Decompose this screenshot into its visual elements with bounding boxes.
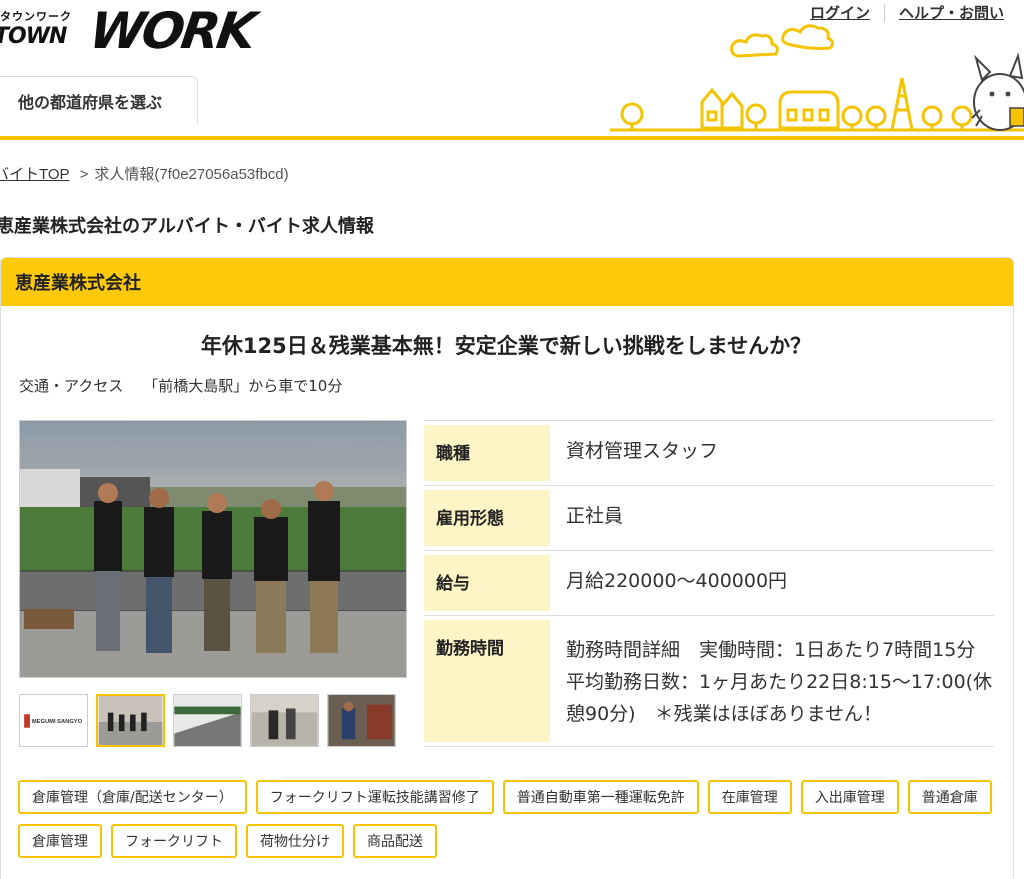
detail-row-employment: 雇用形態 正社員	[424, 485, 994, 550]
page-title: 恵産業株式会社のアルバイト・バイト求人情報	[0, 216, 374, 237]
select-prefecture-tab[interactable]: 他の都道府県を選ぶ	[0, 76, 198, 124]
townwork-logo[interactable]: タウンワーク TOWN WORK	[0, 2, 264, 62]
logo-work: WORK	[85, 2, 257, 60]
access-label: 交通・アクセス	[19, 377, 124, 395]
site-header: タウンワーク TOWN WORK ログイン ヘルプ・お問い 他の都道府県を選ぶ	[0, 0, 1024, 140]
photo-thumbnails: MEGUMI SANGYO	[19, 694, 396, 747]
tag[interactable]: 普通倉庫	[907, 780, 992, 814]
detail-value: 勤務時間詳細 実働時間：1日あたり7時間15分 平均勤務日数：1ヶ月あたり22日…	[566, 639, 995, 725]
link-divider	[884, 3, 886, 22]
thumbnail-1[interactable]: MEGUMI SANGYO	[19, 694, 88, 747]
tag[interactable]: 商品配送	[353, 824, 437, 858]
detail-label: 雇用形態	[424, 490, 550, 546]
detail-label: 勤務時間	[424, 620, 550, 742]
breadcrumb-current: 求人情報(7f0e27056a53fbcd)	[94, 166, 289, 183]
tag[interactable]: フォークリフト	[111, 824, 237, 858]
detail-row-job-type: 職種 資材管理スタッフ	[424, 420, 994, 485]
detail-row-salary: 給与 月給220000～400000円	[424, 550, 994, 615]
thumbnail-4[interactable]	[250, 694, 319, 747]
main-job-photo	[19, 420, 407, 678]
access-value: 「前橋大島駅」から車で10分	[143, 377, 343, 395]
access-info: 交通・アクセス 「前橋大島駅」から車で10分	[19, 375, 342, 396]
detail-value: 正社員	[566, 505, 624, 527]
thumbnail-3[interactable]	[173, 694, 242, 747]
detail-value: 月給220000～400000円	[566, 570, 788, 592]
logo-kana: タウンワーク	[0, 10, 72, 23]
job-card: 恵産業株式会社 年休125日＆残業基本無！安定企業で新しい挑戦をしませんか？ 交…	[0, 257, 1014, 879]
logo-town: TOWN	[0, 24, 67, 49]
tag[interactable]: 普通自動車第一種運転免許	[502, 780, 699, 814]
detail-label: 給与	[424, 555, 550, 611]
thumbnail-2-selected[interactable]	[96, 694, 165, 747]
detail-label: 職種	[424, 425, 550, 481]
thumbnail-5[interactable]	[327, 694, 396, 747]
feature-tags: 倉庫管理（倉庫/配送センター） フォークリフト運転技能講習修了 普通自動車第一種…	[18, 780, 1008, 858]
breadcrumb-arrow: >	[79, 166, 89, 183]
staff-group-photo	[20, 421, 406, 677]
tag[interactable]: 入出庫管理	[800, 780, 899, 814]
detail-row-hours: 勤務時間 勤務時間詳細 実働時間：1日あたり7時間15分 平均勤務日数：1ヶ月あ…	[424, 615, 994, 747]
tag[interactable]: 倉庫管理	[18, 824, 102, 858]
tag[interactable]: フォークリフト運転技能講習修了	[255, 780, 494, 814]
detail-value: 資材管理スタッフ	[566, 440, 719, 462]
breadcrumb: バイトTOP > 求人情報(7f0e27056a53fbcd)	[0, 163, 289, 184]
tag[interactable]: 荷物仕分け	[246, 824, 344, 858]
town-illustration	[610, 24, 1024, 132]
breadcrumb-home-link[interactable]: バイトTOP	[0, 166, 70, 183]
thumb-logo-text: MEGUMI SANGYO	[32, 719, 83, 725]
tag[interactable]: 倉庫管理（倉庫/配送センター）	[18, 780, 247, 814]
job-details-table: 職種 資材管理スタッフ 雇用形態 正社員 給与 月給220000～400000円…	[424, 420, 994, 747]
job-catchcopy: 年休125日＆残業基本無！安定企業で新しい挑戦をしませんか？	[200, 334, 812, 358]
tag[interactable]: 在庫管理	[707, 780, 792, 814]
company-name: 恵産業株式会社	[1, 258, 1013, 306]
